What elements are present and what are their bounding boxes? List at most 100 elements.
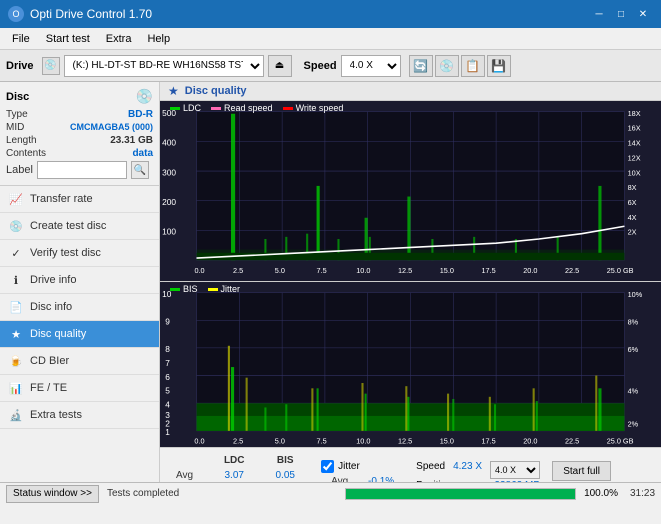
- drive-info-icon: ℹ: [8, 272, 24, 288]
- ldc-legend-dot: [170, 107, 180, 110]
- bis-legend: BIS: [170, 284, 198, 294]
- nav-drive-info[interactable]: ℹ Drive info: [0, 267, 159, 294]
- drive-bar: Drive 💿 (K:) HL-DT-ST BD-RE WH16NS58 TST…: [0, 50, 661, 82]
- nav-create-test-disc[interactable]: 💿 Create test disc: [0, 213, 159, 240]
- status-window-button[interactable]: Status window >>: [6, 485, 99, 503]
- svg-text:400: 400: [162, 138, 176, 148]
- svg-text:7.5: 7.5: [317, 437, 327, 446]
- svg-text:2.5: 2.5: [233, 266, 243, 275]
- position-row: Position 23862 MB: [416, 480, 540, 482]
- action-buttons: Start full Start part: [552, 461, 611, 482]
- stats-area: LDC BIS Avg 3.07 0.05 Max 496 9 Total 11…: [160, 447, 661, 482]
- eject-button[interactable]: ⏏: [268, 55, 292, 77]
- svg-text:0.0: 0.0: [194, 437, 204, 446]
- label-label: Label: [6, 164, 33, 176]
- progress-bar-fill: [346, 489, 576, 499]
- avg-ldc: 3.07: [207, 469, 261, 482]
- write-speed-legend: Write speed: [283, 103, 344, 113]
- chart-header-icon: ★: [168, 84, 179, 98]
- speed-select[interactable]: 4.0 X: [341, 55, 401, 77]
- svg-text:0.0: 0.0: [194, 266, 204, 275]
- nav-disc-info[interactable]: 📄 Disc info: [0, 294, 159, 321]
- svg-text:22.5: 22.5: [565, 266, 579, 275]
- write-speed-legend-dot: [283, 107, 293, 110]
- nav-extra-tests[interactable]: 🔬 Extra tests: [0, 402, 159, 429]
- nav-drive-info-label: Drive info: [30, 274, 76, 286]
- bis-legend-label: BIS: [183, 284, 198, 294]
- nav-verify-test-disc[interactable]: ✓ Verify test disc: [0, 240, 159, 267]
- maximize-button[interactable]: □: [611, 6, 631, 22]
- svg-text:4: 4: [165, 400, 170, 410]
- disc-button[interactable]: 💿: [435, 55, 459, 77]
- svg-text:4%: 4%: [628, 387, 639, 396]
- jitter-checkbox[interactable]: [321, 460, 334, 473]
- speed-info: Speed 4.23 X 4.0 X Position 23862 MB Sam…: [416, 461, 540, 482]
- nav-fe-te[interactable]: 📊 FE / TE: [0, 375, 159, 402]
- svg-text:10X: 10X: [628, 168, 641, 177]
- menu-extra[interactable]: Extra: [98, 31, 140, 47]
- svg-text:15.0: 15.0: [440, 266, 454, 275]
- status-time: 31:23: [630, 488, 655, 499]
- fe-te-icon: 📊: [8, 380, 24, 396]
- svg-text:25.0 GB: 25.0 GB: [607, 437, 634, 446]
- ldc-legend-label: LDC: [183, 103, 201, 113]
- speed-label: Speed: [304, 60, 337, 72]
- nav-transfer-rate-label: Transfer rate: [30, 193, 93, 205]
- menu-file[interactable]: File: [4, 31, 38, 47]
- save-button[interactable]: 💾: [487, 55, 511, 77]
- app-icon: O: [8, 6, 24, 22]
- nav-disc-quality[interactable]: ★ Disc quality: [0, 321, 159, 348]
- drive-icon: 💿: [42, 57, 60, 75]
- refresh-button[interactable]: 🔄: [409, 55, 433, 77]
- nav-cd-bier[interactable]: 🍺 CD BIer: [0, 348, 159, 375]
- start-full-button[interactable]: Start full: [552, 461, 611, 481]
- svg-text:16X: 16X: [628, 124, 641, 133]
- svg-text:10%: 10%: [628, 290, 643, 299]
- stats-table: LDC BIS Avg 3.07 0.05 Max 496 9 Total 11…: [166, 452, 309, 482]
- speed-value: 4.23 X: [453, 461, 482, 479]
- close-button[interactable]: ✕: [633, 6, 653, 22]
- jitter-avg-label: Avg: [323, 475, 358, 482]
- svg-text:10.0: 10.0: [356, 266, 370, 275]
- status-text: Tests completed: [107, 488, 337, 499]
- svg-text:300: 300: [162, 167, 176, 177]
- progress-percent: 100.0%: [584, 488, 618, 499]
- svg-text:25.0 GB: 25.0 GB: [607, 266, 634, 275]
- contents-value: data: [132, 148, 153, 159]
- menu-start-test[interactable]: Start test: [38, 31, 98, 47]
- svg-text:6%: 6%: [628, 346, 639, 355]
- nav-items: 📈 Transfer rate 💿 Create test disc ✓ Ver…: [0, 186, 159, 429]
- nav-disc-info-label: Disc info: [30, 301, 72, 313]
- ldc-header: LDC: [207, 454, 261, 467]
- extra-tests-icon: 🔬: [8, 407, 24, 423]
- label-search-button[interactable]: 🔍: [131, 161, 149, 179]
- menu-help[interactable]: Help: [139, 31, 178, 47]
- top-chart-legend: LDC Read speed Write speed: [170, 103, 343, 113]
- bis-header: BIS: [263, 454, 307, 467]
- bis-legend-dot: [170, 288, 180, 291]
- nav-verify-test-disc-label: Verify test disc: [30, 247, 101, 259]
- svg-text:10.0: 10.0: [356, 437, 370, 446]
- jitter-avg-val: -0.1%: [360, 475, 402, 482]
- speed-selector[interactable]: 4.0 X: [490, 461, 540, 479]
- mid-label: MID: [6, 122, 24, 133]
- transfer-rate-icon: 📈: [8, 191, 24, 207]
- nav-disc-quality-label: Disc quality: [30, 328, 86, 340]
- speed-label: Speed: [416, 461, 445, 479]
- svg-text:20.0: 20.0: [523, 266, 537, 275]
- label-input[interactable]: [37, 161, 127, 179]
- jitter-label: Jitter: [338, 461, 360, 472]
- app-title: Opti Drive Control 1.70: [30, 7, 152, 21]
- avg-bis: 0.05: [263, 469, 307, 482]
- drive-label: Drive: [6, 60, 34, 72]
- copy-button[interactable]: 📋: [461, 55, 485, 77]
- nav-create-test-disc-label: Create test disc: [30, 220, 106, 232]
- nav-transfer-rate[interactable]: 📈 Transfer rate: [0, 186, 159, 213]
- jitter-stats-table: Avg -0.1% Max 0.0%: [321, 473, 404, 482]
- type-label: Type: [6, 109, 28, 120]
- drive-select[interactable]: (K:) HL-DT-ST BD-RE WH16NS58 TST4: [64, 55, 264, 77]
- minimize-button[interactable]: ─: [589, 6, 609, 22]
- svg-text:2%: 2%: [628, 420, 639, 429]
- top-chart: LDC Read speed Write speed: [160, 101, 661, 282]
- position-label: Position: [416, 480, 452, 482]
